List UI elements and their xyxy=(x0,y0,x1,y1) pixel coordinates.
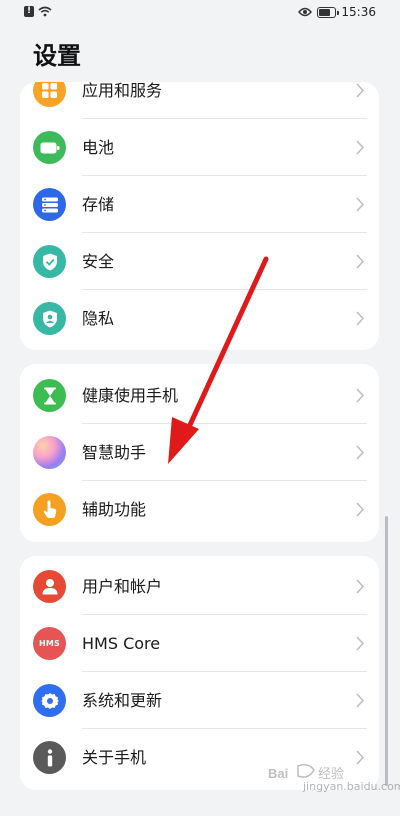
settings-item-digital-balance[interactable]: 健康使用手机 xyxy=(20,367,379,424)
settings-item-apps-services[interactable]: 应用和服务 xyxy=(20,82,379,119)
status-bar: ! 15:36 xyxy=(0,0,400,26)
eye-comfort-icon xyxy=(298,7,313,17)
settings-group-3: 用户和帐户 HMS HMS Core 系统和更新 关于手机 xyxy=(20,556,379,790)
chevron-right-icon xyxy=(356,254,364,269)
settings-item-label: 安全 xyxy=(82,252,115,271)
hms-icon: HMS xyxy=(33,627,66,660)
settings-item-battery[interactable]: 电池 xyxy=(20,119,379,176)
chevron-right-icon xyxy=(356,197,364,212)
settings-item-label: 应用和服务 xyxy=(82,82,163,100)
chevron-right-icon xyxy=(356,388,364,403)
apps-icon xyxy=(33,82,66,107)
settings-item-hms-core[interactable]: HMS HMS Core xyxy=(20,615,379,672)
svg-text:Bai: Bai xyxy=(268,766,288,781)
chevron-right-icon xyxy=(356,83,364,98)
page-title: 设置 xyxy=(33,42,81,70)
gear-icon xyxy=(33,684,66,717)
svg-text:经验: 经验 xyxy=(318,766,344,781)
shield-icon xyxy=(33,245,66,278)
settings-item-label: HMS Core xyxy=(82,634,161,653)
info-icon xyxy=(33,741,66,774)
hand-pointer-icon xyxy=(33,493,66,526)
settings-item-label: 存储 xyxy=(82,195,115,214)
battery-status-icon xyxy=(317,6,340,18)
status-icons-left: ! xyxy=(24,6,52,17)
assistant-orb-icon xyxy=(33,436,66,469)
status-icons-right: 15:36 xyxy=(298,5,376,19)
privacy-icon xyxy=(33,302,66,335)
user-icon xyxy=(33,570,66,603)
settings-group-2: 健康使用手机 智慧助手 辅助功能 xyxy=(20,364,379,542)
battery-icon xyxy=(33,131,66,164)
settings-item-label: 电池 xyxy=(82,138,115,157)
settings-item-storage[interactable]: 存储 xyxy=(20,176,379,233)
settings-group-1: 应用和服务 电池 存储 安全 隐私 xyxy=(20,82,379,350)
chevron-right-icon xyxy=(356,693,364,708)
settings-item-smart-assistant[interactable]: 智慧助手 xyxy=(20,424,379,481)
notification-icon: ! xyxy=(24,6,34,17)
chevron-right-icon xyxy=(356,579,364,594)
settings-item-label: 辅助功能 xyxy=(82,500,147,519)
clock: 15:36 xyxy=(341,5,376,19)
settings-item-label: 隐私 xyxy=(82,309,115,328)
chevron-right-icon xyxy=(356,140,364,155)
chevron-right-icon xyxy=(356,311,364,326)
watermark-text: jingyan.baidu.com xyxy=(303,780,400,793)
settings-item-label: 关于手机 xyxy=(82,748,147,767)
chevron-right-icon xyxy=(356,445,364,460)
battery-level xyxy=(319,8,331,16)
chevron-right-icon xyxy=(356,502,364,517)
baidu-watermark-logo: Bai 经验 jingyan.baidu.com xyxy=(268,762,400,804)
settings-item-label: 健康使用手机 xyxy=(82,386,179,405)
wifi-icon xyxy=(38,6,52,17)
settings-item-accessibility[interactable]: 辅助功能 xyxy=(20,481,379,538)
settings-item-security[interactable]: 安全 xyxy=(20,233,379,290)
hourglass-icon xyxy=(33,379,66,412)
settings-item-users-accounts[interactable]: 用户和帐户 xyxy=(20,558,379,615)
storage-icon xyxy=(33,188,66,221)
chevron-right-icon xyxy=(356,636,364,651)
settings-item-system-updates[interactable]: 系统和更新 xyxy=(20,672,379,729)
settings-item-label: 用户和帐户 xyxy=(82,577,163,596)
hms-badge-text: HMS xyxy=(38,639,61,648)
settings-item-label: 智慧助手 xyxy=(82,443,147,462)
settings-item-label: 系统和更新 xyxy=(82,691,163,710)
settings-item-privacy[interactable]: 隐私 xyxy=(20,290,379,347)
scrollbar[interactable] xyxy=(385,516,388,786)
